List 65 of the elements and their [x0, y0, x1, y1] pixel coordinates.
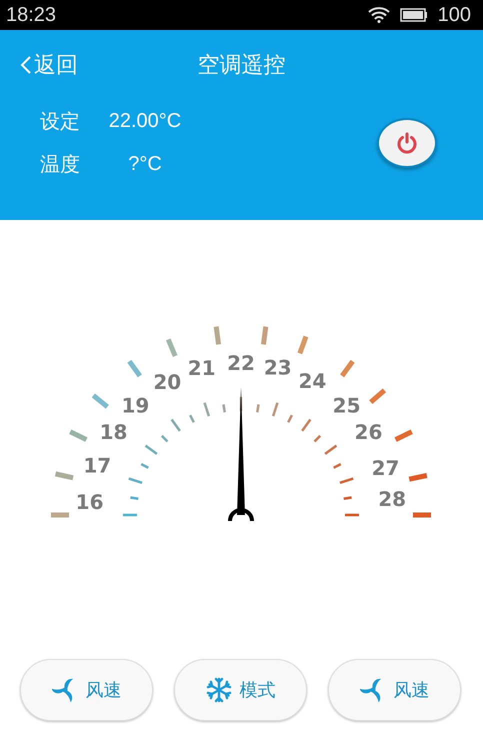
- gauge-tick: [260, 326, 268, 345]
- gauge-label: 18: [100, 420, 128, 444]
- gauge-minor-tick: [189, 414, 195, 423]
- control-button[interactable]: 风速: [328, 659, 461, 721]
- gauge-minor-tick: [160, 434, 168, 442]
- power-icon: [396, 132, 418, 154]
- reading-value: ?°C: [127, 153, 163, 176]
- reading-label: 设定: [40, 108, 80, 135]
- reading-value: 22.00°C: [108, 110, 182, 133]
- snowflake-icon: [206, 677, 232, 703]
- gauge-tick: [166, 338, 178, 358]
- power-button[interactable]: [377, 118, 437, 168]
- gauge-tick: [51, 512, 69, 518]
- gauge-label: 21: [188, 356, 216, 380]
- gauge-tick: [214, 326, 222, 345]
- battery-icon: [400, 8, 428, 22]
- gauge-tick: [297, 336, 308, 354]
- gauge-minor-tick: [128, 477, 142, 484]
- battery-level: 100: [438, 4, 471, 26]
- gauge-minor-tick: [314, 434, 322, 442]
- back-icon: [20, 55, 32, 75]
- gauge-minor-tick: [256, 404, 260, 412]
- gauge-minor-tick: [203, 402, 210, 416]
- status-time: 18:23: [6, 4, 56, 26]
- gauge-label: 19: [122, 394, 150, 418]
- gauge-minor-tick: [340, 477, 354, 484]
- gauge-label: 16: [76, 490, 104, 514]
- gauge-minor-tick: [344, 496, 352, 500]
- gauge-tick: [69, 429, 88, 442]
- gauge-label: 24: [298, 368, 326, 393]
- gauge-tick: [54, 471, 74, 480]
- gauge-tick: [413, 512, 431, 518]
- gauge-minor-tick: [130, 496, 138, 500]
- gauge-label: 23: [264, 356, 292, 380]
- gauge-tick: [92, 393, 109, 409]
- gauge-tick: [340, 360, 355, 378]
- gauge-minor-tick: [324, 444, 338, 455]
- gauge-label: 17: [83, 454, 112, 478]
- gauge-label: 22: [227, 351, 255, 375]
- gauge-label: 28: [378, 487, 406, 512]
- gauge-minor-tick: [240, 397, 242, 411]
- control-button[interactable]: 风速: [20, 659, 153, 721]
- gauge-label: 20: [153, 370, 182, 394]
- reading-label: 温度: [40, 151, 80, 178]
- gauge-minor-tick: [272, 402, 279, 416]
- gauge-label: 26: [354, 420, 382, 444]
- control-button[interactable]: 模式: [174, 659, 307, 721]
- page-title: 空调遥控: [198, 52, 286, 80]
- gauge-minor-tick: [301, 418, 312, 432]
- gauge-minor-tick: [222, 404, 226, 412]
- gauge-minor-tick: [140, 463, 149, 469]
- back-link[interactable]: 返回: [0, 50, 78, 80]
- gauge-minor-tick: [144, 444, 158, 455]
- gauge-minor-tick: [287, 414, 293, 423]
- gauge-minor-tick: [123, 514, 137, 516]
- gauge-tick: [408, 473, 428, 482]
- gauge-label: 25: [332, 394, 360, 418]
- gauge-minor-tick: [333, 463, 342, 469]
- gauge-minor-tick: [345, 514, 359, 516]
- gauge-minor-tick: [170, 418, 181, 432]
- wifi-icon: [368, 7, 390, 23]
- gauge-tick: [127, 360, 142, 378]
- gauge-label: 27: [372, 456, 400, 480]
- gauge-tick: [394, 429, 413, 442]
- gauge-tick: [369, 388, 386, 404]
